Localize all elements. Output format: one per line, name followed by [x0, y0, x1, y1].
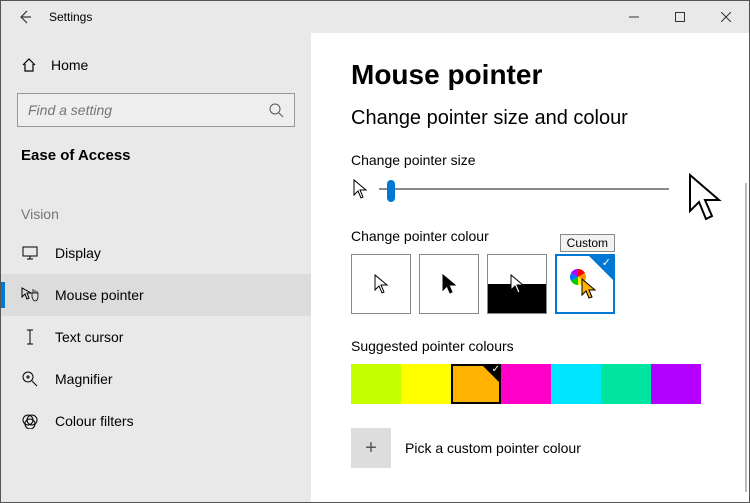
pointer-size-slider[interactable] [379, 188, 669, 190]
home-icon [21, 57, 37, 73]
pointer-colour-inverted[interactable] [487, 254, 547, 314]
back-button[interactable] [1, 1, 49, 33]
search-input[interactable] [28, 102, 284, 118]
pointer-colour-black[interactable] [419, 254, 479, 314]
colour-label: Change pointer colour [351, 228, 709, 244]
home-label: Home [51, 57, 88, 73]
magnifier-icon [21, 371, 39, 387]
swatch-purple[interactable] [651, 364, 701, 404]
swatch-yellow[interactable] [401, 364, 451, 404]
sidebar-item-text-cursor[interactable]: Text cursor [1, 316, 311, 358]
sidebar-item-label: Magnifier [55, 371, 113, 387]
group-vision: Vision [17, 206, 295, 222]
window-controls [611, 1, 749, 33]
sidebar-item-label: Colour filters [55, 413, 134, 429]
settings-window: Settings Home [0, 0, 750, 503]
search-icon [268, 102, 284, 118]
sidebar-item-colour-filters[interactable]: Colour filters [1, 400, 311, 442]
swatch-row [351, 364, 709, 404]
sidebar-item-display[interactable]: Display [1, 232, 311, 274]
content-pane: Mouse pointer Change pointer size and co… [311, 33, 749, 502]
cursor-large-preview [685, 173, 725, 221]
scrollbar[interactable] [745, 183, 747, 492]
size-label: Change pointer size [351, 152, 709, 168]
search-box[interactable] [17, 93, 295, 127]
swatch-cyan[interactable] [551, 364, 601, 404]
sidebar-item-magnifier[interactable]: Magnifier [1, 358, 311, 400]
home-link[interactable]: Home [17, 45, 295, 85]
page-subtitle: Change pointer size and colour [351, 107, 709, 130]
pick-custom-label: Pick a custom pointer colour [405, 440, 581, 456]
cursor-small-icon [351, 178, 369, 200]
plus-icon: + [365, 437, 377, 460]
swatch-lime[interactable] [351, 364, 401, 404]
slider-thumb[interactable] [387, 180, 395, 202]
colour-filters-icon [21, 413, 39, 429]
swatch-magenta[interactable] [501, 364, 551, 404]
sidebar-item-label: Text cursor [55, 329, 123, 345]
window-title: Settings [49, 10, 92, 24]
category-heading: Ease of Access [17, 145, 295, 166]
minimize-button[interactable] [611, 1, 657, 33]
close-button[interactable] [703, 1, 749, 33]
swatch-orange[interactable] [451, 364, 501, 404]
pointer-colour-white[interactable] [351, 254, 411, 314]
text-cursor-icon [21, 329, 39, 345]
sidebar: Home Ease of Access Vision Display Mouse… [1, 33, 311, 502]
pointer-colour-custom[interactable]: Custom [555, 254, 615, 314]
sidebar-item-mouse-pointer[interactable]: Mouse pointer [1, 274, 311, 316]
pick-custom-colour-button[interactable]: + [351, 428, 391, 468]
cursor-hand-icon [21, 287, 39, 303]
swatch-teal[interactable] [601, 364, 651, 404]
sidebar-item-label: Display [55, 245, 101, 261]
monitor-icon [21, 246, 39, 260]
sidebar-item-label: Mouse pointer [55, 287, 144, 303]
tooltip-custom: Custom [560, 234, 615, 252]
suggested-label: Suggested pointer colours [351, 338, 709, 354]
maximize-button[interactable] [657, 1, 703, 33]
titlebar: Settings [1, 1, 749, 33]
page-title: Mouse pointer [351, 59, 709, 91]
